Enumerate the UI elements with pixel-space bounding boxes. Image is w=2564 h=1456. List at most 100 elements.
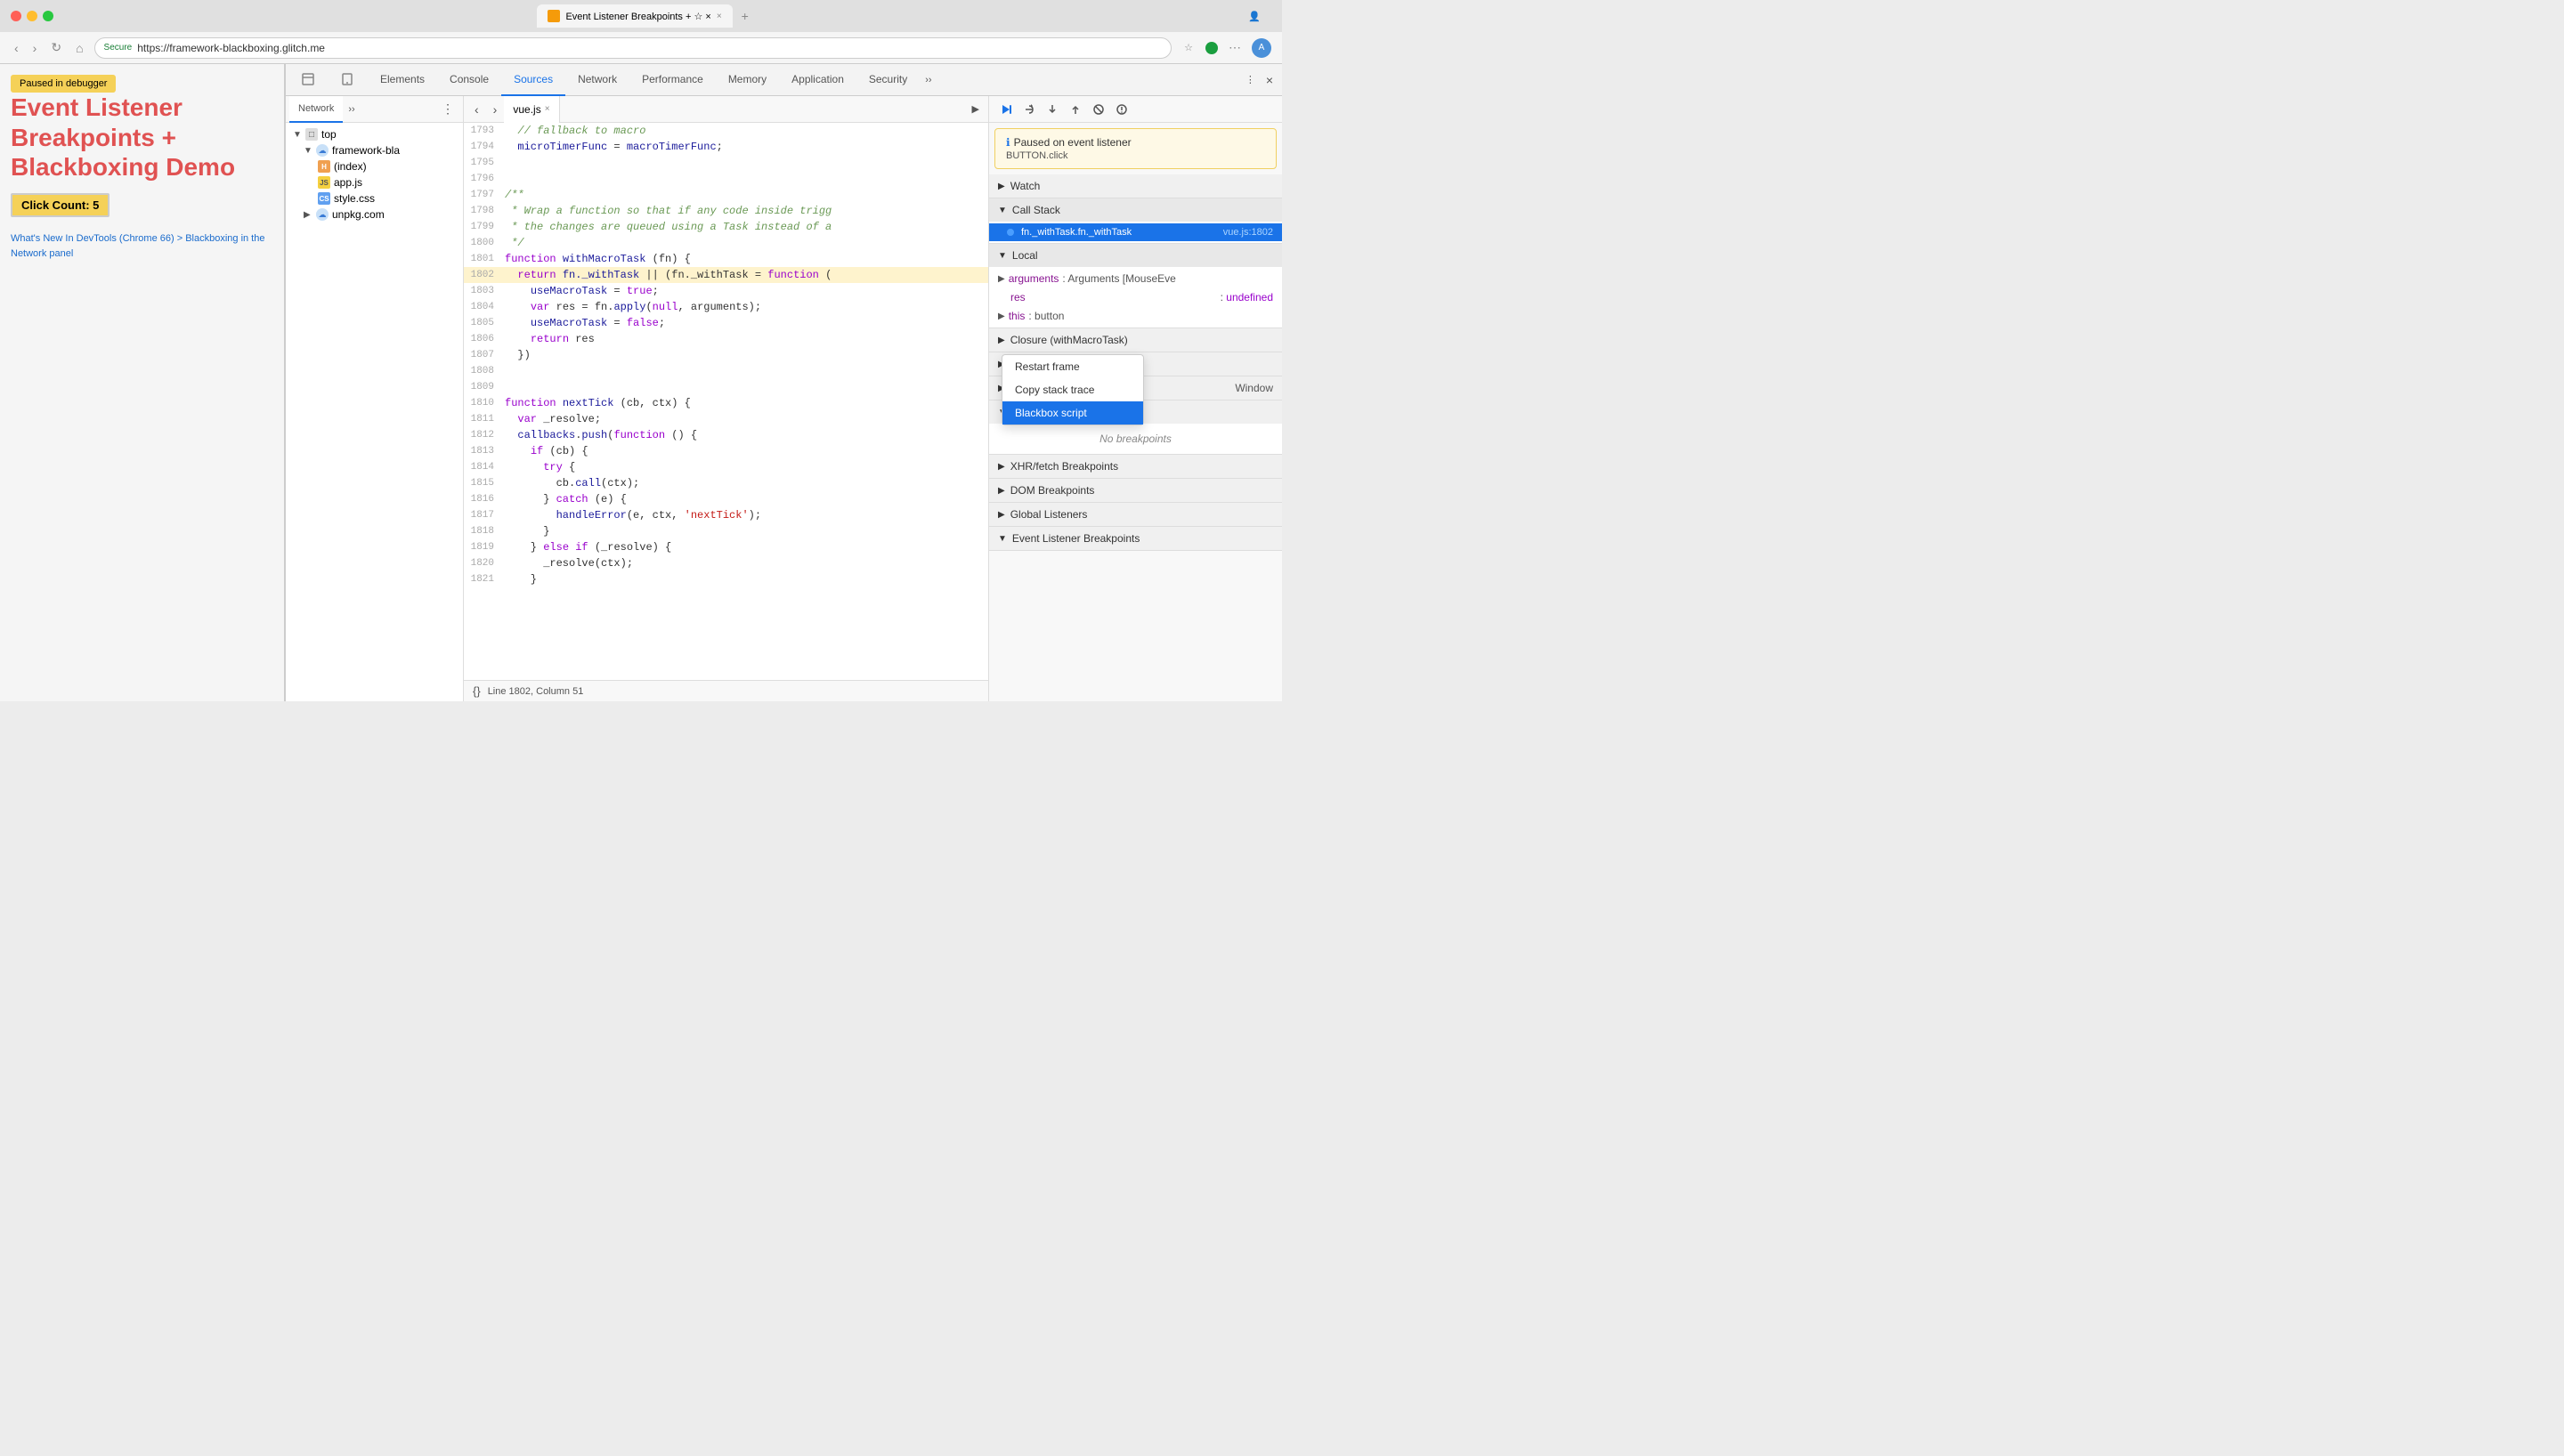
call-stack-header[interactable]: ▼ Call Stack xyxy=(989,198,1282,222)
file-tab-name: vue.js xyxy=(513,103,540,116)
fp-more-button[interactable]: ›› xyxy=(343,104,360,115)
back-button[interactable]: ‹ xyxy=(11,39,22,57)
minimize-button[interactable] xyxy=(27,11,37,21)
call-stack-item-location: vue.js:1802 xyxy=(1223,227,1273,238)
event-listener-label: Event Listener Breakpoints xyxy=(1012,532,1140,545)
tab-network[interactable]: Network xyxy=(565,64,629,96)
tab-application[interactable]: Application xyxy=(779,64,856,96)
deactivate-breakpoints-button[interactable] xyxy=(1089,100,1108,119)
forward-button[interactable]: › xyxy=(29,39,41,57)
file-tab-close-icon[interactable]: × xyxy=(545,104,550,114)
global-listeners-header[interactable]: ▶ Global Listeners xyxy=(989,503,1282,526)
home-button[interactable]: ⌂ xyxy=(72,39,86,57)
page-title: Event Listener Breakpoints + Blackboxing… xyxy=(11,93,273,182)
event-listener-section: ▼ Event Listener Breakpoints xyxy=(989,527,1282,551)
url-bar[interactable]: Secure https://framework-blackboxing.gli… xyxy=(94,37,1172,59)
step-into-button[interactable] xyxy=(1043,100,1062,119)
code-file-tab-vuejs[interactable]: vue.js × xyxy=(504,96,559,123)
tree-arrow-framework: ▼ xyxy=(304,146,312,156)
new-tab-icon[interactable]: + xyxy=(736,9,754,23)
code-line: 1799 * the changes are queued using a Ta… xyxy=(464,219,988,235)
tab-memory[interactable]: Memory xyxy=(716,64,779,96)
account-icon[interactable]: 👤 xyxy=(1237,11,1271,22)
closure-macrotask-header[interactable]: ▶ Closure (withMacroTask) xyxy=(989,328,1282,352)
close-button[interactable] xyxy=(11,11,21,21)
tree-item-top[interactable]: ▼ □ top xyxy=(286,126,463,142)
run-snippet-icon[interactable]: ▶ xyxy=(967,103,985,115)
code-editor[interactable]: 1793 // fallback to macro 1794 microTime… xyxy=(464,123,988,680)
file-panel: Network ›› ⋮ ▼ □ top xyxy=(286,96,464,701)
click-count-badge[interactable]: Click Count: 5 xyxy=(11,193,110,217)
profile-avatar[interactable]: A xyxy=(1252,38,1271,58)
pause-on-exceptions-button[interactable] xyxy=(1112,100,1132,119)
ctx-copy-stack-trace[interactable]: Copy stack trace xyxy=(1002,378,1143,401)
fp-tab-network[interactable]: Network xyxy=(289,96,343,123)
dom-arrow-icon: ▶ xyxy=(998,486,1005,496)
scope-arguments-row[interactable]: ▶ arguments : Arguments [MouseEve xyxy=(989,269,1282,288)
xhr-breakpoints-header[interactable]: ▶ XHR/fetch Breakpoints xyxy=(989,455,1282,478)
tree-label-stylecss: style.css xyxy=(334,192,375,205)
tab-elements[interactable]: Elements xyxy=(368,64,437,96)
devtools-close-button[interactable]: × xyxy=(1261,73,1278,87)
call-stack-item[interactable]: fn._withTask.fn._withTask vue.js:1802 xyxy=(989,223,1282,241)
tab-security[interactable]: Security xyxy=(856,64,920,96)
formatter-icon[interactable]: {} xyxy=(473,684,481,698)
fp-menu-icon[interactable]: ⋮ xyxy=(436,101,459,117)
scope-arrow-icon: ▼ xyxy=(998,251,1007,261)
code-line: 1796 xyxy=(464,171,988,187)
code-line: 1806 return res xyxy=(464,331,988,347)
code-line: 1804 var res = fn.apply(null, arguments)… xyxy=(464,299,988,315)
dom-breakpoints-section: ▶ DOM Breakpoints xyxy=(989,479,1282,503)
tree-item-appjs[interactable]: JS app.js xyxy=(286,174,463,190)
tree-item-unpkg[interactable]: ▶ ☁ unpkg.com xyxy=(286,206,463,222)
code-line: 1817 handleError(e, ctx, 'nextTick'); xyxy=(464,507,988,523)
code-line: 1807 }) xyxy=(464,347,988,363)
gl-arrow-icon: ▶ xyxy=(998,510,1005,520)
tree-item-stylecss[interactable]: CS style.css xyxy=(286,190,463,206)
tab-console[interactable]: Console xyxy=(437,64,501,96)
scope-expand-icon: ▶ xyxy=(998,274,1005,284)
scope-this-row[interactable]: ▶ this : button xyxy=(989,306,1282,326)
scope-label: Local xyxy=(1012,249,1038,262)
bookmark-icon[interactable]: ☆ xyxy=(1179,42,1198,53)
event-listener-header[interactable]: ▼ Event Listener Breakpoints xyxy=(989,527,1282,550)
call-stack-arrow-icon: ▼ xyxy=(998,206,1007,215)
cloud-icon-unpkg: ☁ xyxy=(316,208,329,221)
devtools-inner-wrapper: Network ›› ⋮ ▼ □ top xyxy=(286,96,1282,701)
extensions-icon[interactable]: ⋯ xyxy=(1225,40,1245,55)
ctx-blackbox-script[interactable]: Blackbox script xyxy=(1002,401,1143,425)
next-file-button[interactable]: › xyxy=(486,102,505,117)
code-panel: ‹ › vue.js × ▶ 1793 // fallbac xyxy=(464,96,988,701)
page-link[interactable]: What's New In DevTools (Chrome 66) > Bla… xyxy=(11,233,264,260)
nav-bar: ‹ › ↻ ⌂ Secure https://framework-blackbo… xyxy=(0,32,1282,64)
tree-item-framework[interactable]: ▼ ☁ framework-bla xyxy=(286,142,463,158)
step-out-button[interactable] xyxy=(1066,100,1085,119)
browser-tab[interactable]: Event Listener Breakpoints + ☆ × × xyxy=(537,4,732,28)
reload-button[interactable]: ↻ xyxy=(47,38,65,57)
step-over-button[interactable] xyxy=(1019,100,1039,119)
tab-sources[interactable]: Sources xyxy=(501,64,565,96)
prev-file-button[interactable]: ‹ xyxy=(467,102,486,117)
watch-section-header[interactable]: ▶ Watch xyxy=(989,174,1282,198)
close-tab-icon[interactable]: × xyxy=(717,12,722,21)
traffic-lights xyxy=(11,11,53,21)
scope-header[interactable]: ▼ Local xyxy=(989,244,1282,267)
tree-item-index[interactable]: H (index) xyxy=(286,158,463,174)
code-line: 1812 callbacks.push(function () { xyxy=(464,427,988,443)
code-line: 1794 microTimerFunc = macroTimerFunc; xyxy=(464,139,988,155)
tree-label-index: (index) xyxy=(334,160,367,173)
dom-breakpoints-header[interactable]: ▶ DOM Breakpoints xyxy=(989,479,1282,502)
code-line: 1815 cb.call(ctx); xyxy=(464,475,988,491)
dt-tab-device[interactable] xyxy=(329,64,368,96)
code-line: 1820 _resolve(ctx); xyxy=(464,555,988,571)
code-line: 1816 } catch (e) { xyxy=(464,491,988,507)
dt-tab-inspector[interactable] xyxy=(289,64,329,96)
more-tabs-button[interactable]: ›› xyxy=(920,75,937,85)
maximize-button[interactable] xyxy=(43,11,53,21)
devtools-menu-icon[interactable]: ⋮ xyxy=(1240,74,1261,85)
ctx-restart-frame[interactable]: Restart frame xyxy=(1002,355,1143,378)
tab-performance[interactable]: Performance xyxy=(629,64,716,96)
resume-button[interactable] xyxy=(996,100,1016,119)
breakpoints-content: No breakpoints xyxy=(989,424,1282,454)
code-line: 1801 function withMacroTask (fn) { xyxy=(464,251,988,267)
